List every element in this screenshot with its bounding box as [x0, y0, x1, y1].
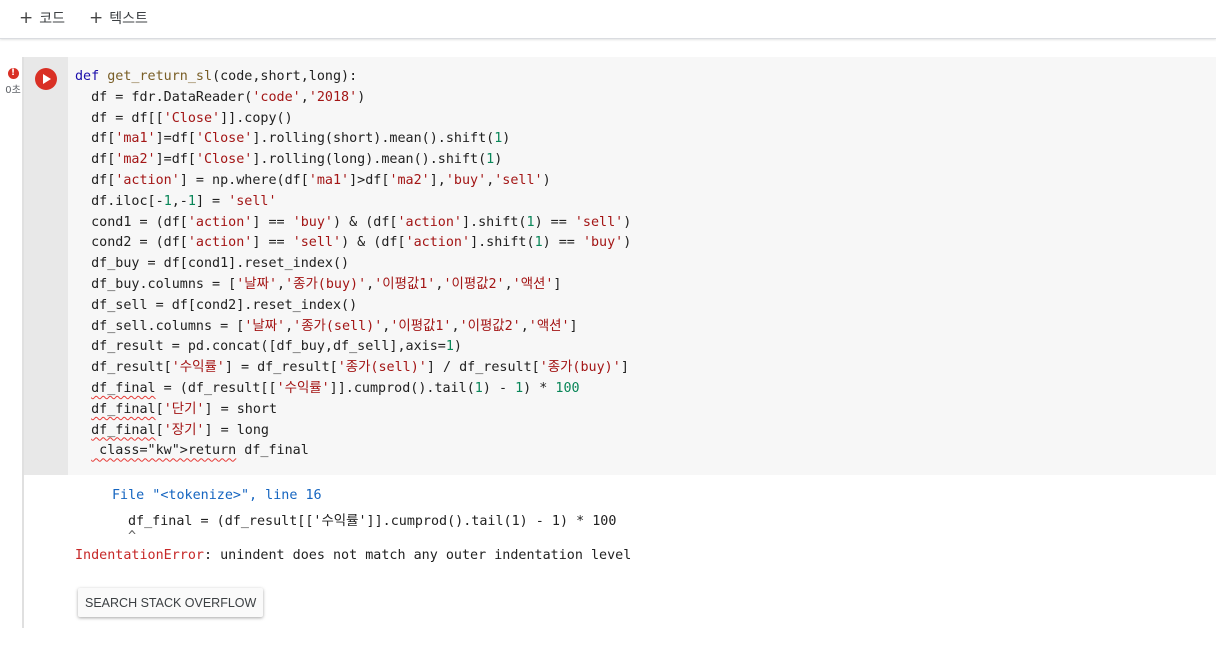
code-line: class="kw">return df_final [91, 443, 309, 459]
add-text-button[interactable]: + 텍스트 [89, 7, 148, 29]
code-cell: def get_return_sl(code,short,long): df =… [22, 57, 1216, 628]
code-line: df['ma2']=df['Close'].rolling(long).mean… [75, 152, 503, 168]
search-stack-overflow-button[interactable]: SEARCH STACK OVERFLOW [78, 588, 264, 617]
code-line: df['action'] = np.where(df['ma1']>df['ma… [75, 172, 551, 188]
execution-time: 0초 [5, 85, 21, 96]
code-line: df.iloc[-1,-1] = 'sell' [75, 193, 277, 209]
run-gutter [24, 57, 68, 475]
code-line: df_result = pd.concat([df_buy,df_sell],a… [75, 339, 462, 355]
code-line: def get_return_sl(code,short,long): [75, 69, 358, 84]
play-icon [43, 74, 51, 84]
traceback-code-line: df_final = (df_result[['수익률']].cumprod()… [128, 514, 617, 529]
notebook-toolbar: + 코드 + 텍스트 [0, 0, 1216, 39]
code-line: df_final = (df_result[['수익률']].cumprod()… [91, 380, 580, 396]
add-code-button[interactable]: + 코드 [19, 7, 65, 29]
add-code-label: 코드 [39, 11, 66, 27]
code-line: df['ma1']=df['Close'].rolling(short).mea… [75, 131, 511, 147]
code-line: df_sell.columns = ['날짜','종가(sell)','이평값1… [75, 318, 578, 334]
plus-icon: + [89, 7, 104, 28]
code-line: cond1 = (df['action'] == 'buy') & (df['a… [75, 214, 632, 230]
code-line: df_buy.columns = ['날짜','종가(buy)','이평값1',… [75, 276, 562, 292]
add-text-label: 텍스트 [109, 11, 148, 27]
error-type: IndentationError [75, 548, 204, 563]
code-editor[interactable]: def get_return_sl(code,short,long): df =… [68, 57, 1216, 475]
run-cell-button[interactable] [35, 68, 57, 90]
error-line: IndentationError: unindent does not matc… [75, 548, 631, 563]
traceback-file-line: File "<tokenize>", line 16 [112, 488, 322, 503]
code-line: df_result['수익률'] = df_result['종가(sell)']… [75, 360, 629, 376]
code-line: df_buy = df[cond1].reset_index() [75, 256, 350, 272]
code-line: cond2 = (df['action'] == 'sell') & (df['… [75, 235, 632, 251]
error-message: : unindent does not match any outer inde… [204, 548, 632, 563]
code-line: df_final['장기'] = long [91, 422, 269, 438]
code-line: df_final['단기'] = short [91, 401, 278, 417]
code-line: df = df[['Close']].copy() [75, 110, 293, 126]
code-line: df = fdr.DataReader('code','2018') [75, 89, 366, 105]
plus-icon: + [19, 7, 34, 28]
cell-status: ! 0초 [4, 68, 22, 96]
code-lines: def get_return_sl(code,short,long): df =… [75, 67, 631, 462]
code-line: df_sell = df[cond2].reset_index() [75, 297, 358, 313]
traceback-caret: ^ [128, 529, 137, 544]
error-icon: ! [7, 68, 19, 79]
